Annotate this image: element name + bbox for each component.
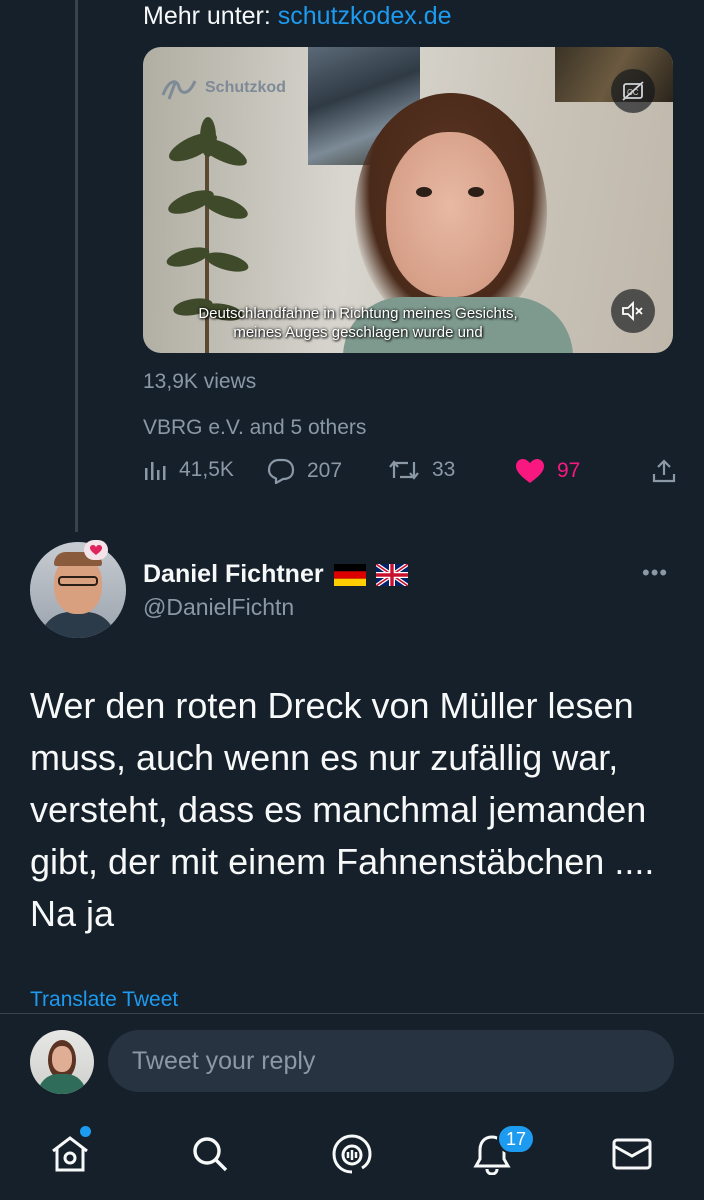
mute-button[interactable] <box>611 289 655 333</box>
more-info-prefix: Mehr unter: <box>143 2 278 30</box>
like-action[interactable]: 97 <box>515 458 580 484</box>
more-options-button[interactable]: ••• <box>642 560 668 586</box>
search-icon <box>193 1137 228 1172</box>
tab-search[interactable] <box>186 1130 234 1178</box>
liked-by-summary[interactable]: VBRG e.V. and 5 others <box>143 416 366 440</box>
composer-divider <box>0 1013 704 1014</box>
bottom-tab-bar <box>0 1110 704 1200</box>
schutzkodex-logo-mark <box>161 80 197 100</box>
view-count: 13,9K views <box>143 370 257 393</box>
spaces-microphone-icon <box>332 1134 372 1174</box>
reply-bubble-icon <box>267 458 295 484</box>
video-subtitle-line-2: meines Auges geschlagen wurde und <box>233 324 483 341</box>
reply-count: 207 <box>307 459 343 482</box>
analytics-icon <box>145 462 166 480</box>
closed-captions-button[interactable]: CC <box>611 69 655 113</box>
heart-badge-icon <box>84 540 108 560</box>
reply-tweet-text: Wer den roten Dreck von Müller lesen mus… <box>30 685 655 934</box>
translate-tweet-link[interactable]: Translate Tweet <box>30 988 178 1012</box>
reply-author-name-row[interactable]: Daniel Fichtner <box>143 560 408 589</box>
home-icon <box>52 1136 88 1172</box>
reply-author-avatar[interactable] <box>30 542 126 638</box>
share-upload-icon <box>652 459 676 483</box>
video-player[interactable]: Schutzkod Deutschlandfahne in Richtung m… <box>143 47 673 353</box>
reply-action[interactable]: 207 <box>267 458 342 484</box>
muted-speaker-icon <box>622 300 643 322</box>
avatar-glasses <box>58 576 98 586</box>
current-user-avatar[interactable] <box>30 1030 94 1094</box>
current-user-avatar-body <box>38 1074 86 1094</box>
heart-filled-icon <box>516 459 544 483</box>
closed-captions-off-icon: CC <box>622 81 644 101</box>
tab-home[interactable] <box>46 1130 94 1178</box>
retweet-count: 33 <box>432 458 456 481</box>
reply-author-handle[interactable]: @DanielFichtn <box>143 594 294 621</box>
envelope-icon <box>612 1138 652 1170</box>
retweet-icon <box>389 460 419 480</box>
reply-composer[interactable] <box>108 1030 674 1092</box>
current-user-avatar-face <box>52 1046 72 1072</box>
reply-input[interactable] <box>132 1046 674 1076</box>
analytics-action[interactable]: 41,5K <box>143 458 234 482</box>
thread-connector-line <box>75 0 78 532</box>
like-count: 97 <box>557 459 581 482</box>
video-subtitle-line-1: Deutschlandfahne in Richtung meines Gesi… <box>198 305 518 322</box>
tab-spaces[interactable] <box>328 1130 376 1178</box>
analytics-count: 41,5K <box>179 458 234 481</box>
retweet-action[interactable]: 33 <box>388 458 455 482</box>
video-person-eye-right <box>468 187 484 197</box>
video-person-face <box>386 132 514 297</box>
schutzkodex-logo-text: Schutzkod <box>205 79 286 96</box>
schutzkodex-logo: Schutzkod <box>159 73 286 103</box>
tab-messages[interactable] <box>608 1130 656 1178</box>
more-info-line: Mehr unter: schutzkodex.de <box>143 0 452 32</box>
video-person-eye-left <box>416 187 432 197</box>
notifications-count-badge: 17 <box>497 1124 535 1154</box>
tweet-action-bar: 41,5K 207 33 97 <box>143 458 683 498</box>
flag-germany-icon <box>333 563 366 586</box>
flag-uk-icon <box>375 563 408 586</box>
share-action[interactable] <box>651 458 677 484</box>
reply-author-name: Daniel Fichtner <box>143 560 324 588</box>
home-unread-dot <box>80 1126 91 1137</box>
schutzkodex-link[interactable]: schutzkodex.de <box>278 2 452 30</box>
